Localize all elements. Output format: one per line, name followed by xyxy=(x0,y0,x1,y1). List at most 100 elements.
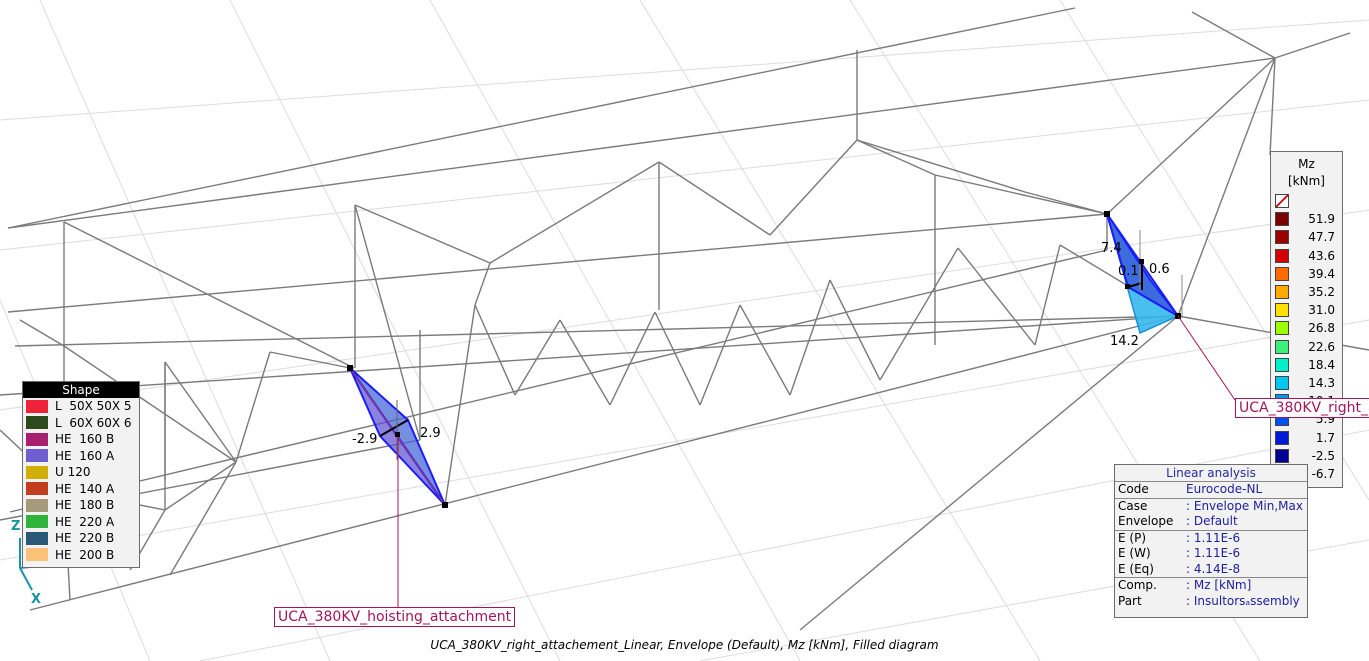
shape-legend-item: HE 220 B xyxy=(23,530,139,547)
mz-color-swatch xyxy=(1275,212,1289,227)
shape-color-swatch xyxy=(26,399,48,413)
analysis-row: Case : Envelope Min,Max xyxy=(1115,497,1307,515)
mz-scale-row: 39.4 xyxy=(1275,265,1339,283)
value-right-142: 14.2 xyxy=(1110,334,1139,349)
mz-scale-value: -2.5 xyxy=(1311,448,1335,463)
analysis-value: : Mz [kNm] xyxy=(1186,578,1252,592)
shape-legend[interactable]: Shape L 50X 50X 5L 60X 60X 6 HE 160 B HE 1… xyxy=(22,381,140,568)
analysis-row: E (W) : 1.11E-6 xyxy=(1115,546,1307,562)
analysis-title: Linear analysis xyxy=(1115,465,1307,482)
shape-legend-label: HE 160 A xyxy=(55,448,115,463)
shape-legend-label: L 50X 50X 5 xyxy=(55,399,132,414)
mz-scale-value: 22.6 xyxy=(1308,339,1335,354)
mz-scale-value: 31.0 xyxy=(1308,303,1335,318)
right-leader-line xyxy=(1177,315,1236,401)
shape-color-swatch xyxy=(26,548,48,562)
shape-legend-label: HE 140 A xyxy=(55,481,115,496)
overflow-hatch-icon xyxy=(1275,194,1289,209)
shape-legend-item: HE 140 A xyxy=(23,481,139,498)
mz-scale-row: -2.5 xyxy=(1275,447,1339,465)
mz-scale-value: 43.6 xyxy=(1308,248,1335,263)
shape-legend-item: HE 200 B xyxy=(23,547,139,564)
mz-color-swatch xyxy=(1275,357,1289,372)
analysis-row: E (P) : 1.11E-6 xyxy=(1115,529,1307,547)
shape-color-swatch xyxy=(26,465,48,479)
mz-legend-title: Mz xyxy=(1298,157,1315,171)
shape-color-swatch xyxy=(26,498,48,512)
analysis-key: E (W) xyxy=(1118,546,1151,560)
shape-color-swatch xyxy=(26,416,48,430)
shape-color-swatch xyxy=(26,531,48,545)
mz-scale-value: 35.2 xyxy=(1308,285,1335,300)
analysis-key: E (Eq) xyxy=(1118,561,1154,576)
analysis-key: Case xyxy=(1118,498,1148,513)
mz-scale-row: 31.0 xyxy=(1275,301,1339,319)
mz-color-swatch xyxy=(1275,321,1289,336)
shape-legend-title: Shape xyxy=(23,382,139,398)
analysis-key: Part xyxy=(1118,593,1142,608)
mz-scale-row: 26.8 xyxy=(1275,319,1339,337)
axis-x-label: X xyxy=(31,592,42,607)
mz-scale-row: 14.3 xyxy=(1275,374,1339,392)
mz-color-swatch xyxy=(1275,248,1289,263)
shape-legend-label: HE 220 B xyxy=(55,531,115,546)
mz-scale-row: 1.7 xyxy=(1275,428,1339,446)
mz-color-swatch xyxy=(1275,430,1289,445)
analysis-row: E (Eq) : 4.14E-8 xyxy=(1115,562,1307,578)
analysis-info-panel[interactable]: Linear analysis Code Eurocode-NL Case : Env… xyxy=(1114,464,1308,618)
mz-legend-unit: [kNm] xyxy=(1288,174,1325,188)
mz-scale-overflow-row xyxy=(1275,192,1339,210)
shape-legend-label: HE 200 B xyxy=(55,547,115,562)
analysis-value: : 4.14E-8 xyxy=(1186,561,1241,576)
analysis-value: : 1.11E-6 xyxy=(1186,546,1241,560)
hoisting-attachment-tag[interactable]: UCA_380KV_hoisting_attachment xyxy=(274,607,516,627)
shape-legend-label: U 120 xyxy=(55,465,91,480)
shape-legend-item: HE 180 B xyxy=(23,497,139,514)
shape-legend-item: L 50X 50X 5 xyxy=(23,398,139,415)
analysis-value: : Envelope Min,Max xyxy=(1186,498,1303,513)
mz-scale-row: 35.2 xyxy=(1275,283,1339,301)
right-attachment-tag[interactable]: UCA_380KV_right_attachement xyxy=(1235,398,1369,418)
mz-scale-value: 18.4 xyxy=(1308,357,1335,372)
shape-legend-label: HE 220 A xyxy=(55,514,115,529)
value-right-01: 0.1 xyxy=(1118,264,1139,279)
analysis-row: Comp. : Mz [kNm] xyxy=(1115,577,1307,594)
analysis-key: E (P) xyxy=(1118,530,1146,545)
analysis-row: Code Eurocode-NL xyxy=(1115,482,1307,498)
shape-color-swatch xyxy=(26,432,48,446)
mz-scale-value: 14.3 xyxy=(1308,375,1335,390)
analysis-value: : Default xyxy=(1186,514,1238,528)
value-left-min: -2.9 xyxy=(352,432,378,447)
moment-diagram-right xyxy=(1104,211,1183,335)
mz-color-swatch xyxy=(1275,266,1289,281)
mz-color-legend[interactable]: Mz [kNm] 51.9 47.7 43.6 39.4 35.2 31.0 26.8 22.… xyxy=(1270,151,1343,500)
analysis-value: : 1.11E-6 xyxy=(1186,530,1241,545)
mz-scale-value: 51.9 xyxy=(1308,212,1335,227)
analysis-key: Comp. xyxy=(1118,578,1157,592)
analysis-key: Code xyxy=(1118,482,1149,496)
shape-legend-item: HE 160 A xyxy=(23,448,139,465)
shape-legend-label: HE 180 B xyxy=(55,498,115,513)
shape-legend-item: U 120 xyxy=(23,464,139,481)
mz-color-swatch xyxy=(1275,339,1289,354)
mz-scale-value: 26.8 xyxy=(1308,321,1335,336)
mz-color-swatch xyxy=(1275,375,1289,390)
shape-color-swatch xyxy=(26,449,48,463)
shape-legend-label: L 60X 60X 6 xyxy=(55,415,132,430)
mz-scale-row: 43.6 xyxy=(1275,247,1339,265)
shape-legend-item: HE 160 B xyxy=(23,431,139,448)
shape-color-swatch xyxy=(26,482,48,496)
mz-scale-value: 39.4 xyxy=(1308,266,1335,281)
mz-color-swatch xyxy=(1275,303,1289,318)
mz-scale-row: 18.4 xyxy=(1275,356,1339,374)
mz-scale-row: 47.7 xyxy=(1275,228,1339,246)
analysis-row: Envelope : Default xyxy=(1115,514,1307,530)
analysis-value: : Insultorsₐssembly xyxy=(1186,593,1300,608)
mz-color-swatch xyxy=(1275,285,1289,300)
mz-scale-row: 22.6 xyxy=(1275,338,1339,356)
mz-scale-row: 51.9 xyxy=(1275,210,1339,228)
value-right-74: 7.4 xyxy=(1101,241,1122,256)
mz-scale-value: 1.7 xyxy=(1315,430,1335,445)
shape-legend-item: HE 220 A xyxy=(23,514,139,531)
analysis-key: Envelope xyxy=(1118,514,1174,528)
